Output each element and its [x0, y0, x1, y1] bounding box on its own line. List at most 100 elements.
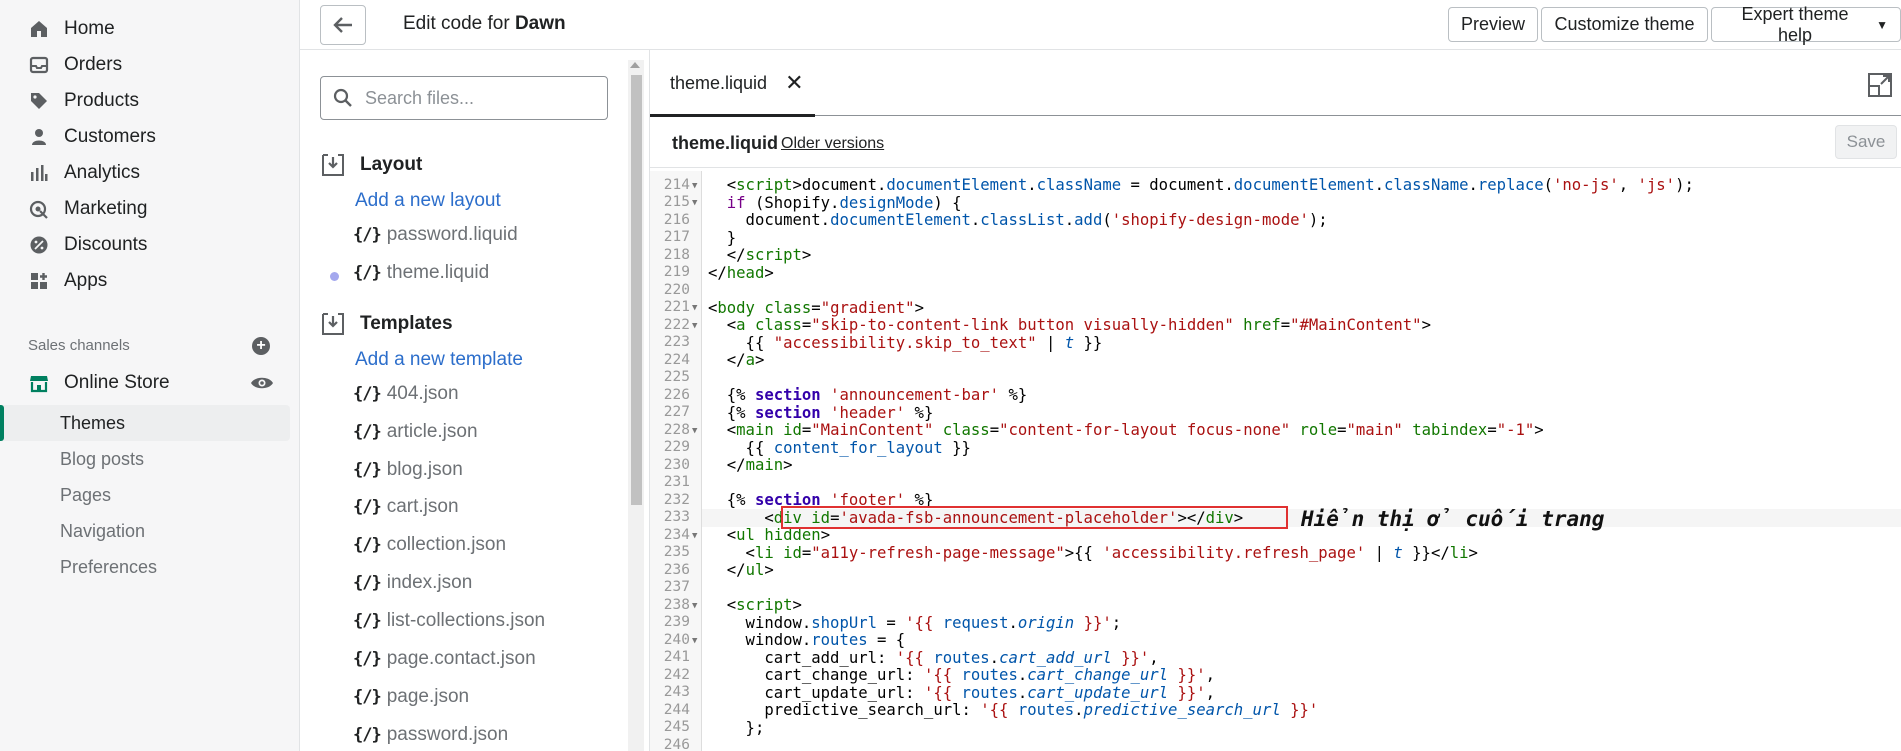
- nav-home[interactable]: Home: [0, 11, 290, 47]
- code-file-icon: {/}: [353, 687, 382, 707]
- code-line: <a class="skip-to-content-link button vi…: [708, 316, 1431, 334]
- code-area[interactable]: 213214▼215▼216217218219220221▼222▼223224…: [650, 171, 1901, 751]
- back-button[interactable]: [320, 5, 366, 45]
- code-file-icon: {/}: [353, 725, 382, 745]
- line-number: 244: [663, 701, 690, 718]
- code-line: };: [708, 719, 765, 737]
- line-number: 237: [663, 579, 690, 595]
- expert-help-button[interactable]: Expert theme help ▼: [1711, 4, 1901, 45]
- nav-navigation[interactable]: Navigation: [0, 513, 290, 549]
- fold-arrow-icon[interactable]: ▼: [692, 303, 697, 313]
- nav-label: Themes: [60, 412, 126, 433]
- line-number: 234: [663, 526, 690, 543]
- code-file-icon: {/}: [353, 384, 382, 404]
- line-number: 215: [663, 194, 690, 210]
- code-line: <li id="a11y-refresh-page-message">{{ 'a…: [708, 544, 1478, 562]
- page-title: Edit code for Dawn: [403, 13, 566, 35]
- tab-theme-liquid[interactable]: theme.liquid ✕: [650, 50, 815, 117]
- fold-arrow-icon[interactable]: ▼: [692, 531, 697, 541]
- scrollbar-thumb[interactable]: [631, 75, 642, 505]
- code-file-icon: {/}: [353, 611, 382, 631]
- file-password-json[interactable]: {/} password.json: [353, 721, 508, 749]
- home-icon: [28, 18, 50, 40]
- code-file-icon: {/}: [353, 649, 382, 669]
- nav-orders[interactable]: Orders: [0, 47, 290, 83]
- folder-download-icon: [322, 154, 344, 176]
- nav-themes[interactable]: Themes: [0, 405, 290, 441]
- nav-marketing[interactable]: Marketing: [0, 191, 290, 227]
- arrow-left-icon: [333, 17, 352, 33]
- line-number: 245: [663, 719, 690, 735]
- nav-preferences[interactable]: Preferences: [0, 549, 290, 585]
- fold-arrow-icon[interactable]: ▼: [692, 181, 697, 191]
- file-theme-liquid[interactable]: {/} theme.liquid: [353, 259, 489, 287]
- older-versions-link[interactable]: Older versions: [781, 135, 884, 153]
- file-page-contact-json[interactable]: {/} page.contact.json: [353, 645, 536, 673]
- eye-icon[interactable]: [250, 374, 274, 392]
- file-name: theme.liquid: [672, 133, 779, 153]
- fold-arrow-icon[interactable]: ▼: [692, 636, 697, 646]
- line-number: 239: [663, 614, 690, 630]
- customize-theme-button[interactable]: Customize theme: [1541, 7, 1708, 42]
- sales-channels-heading: Sales channels: [28, 337, 130, 354]
- code-file-icon: {/}: [353, 535, 382, 555]
- add-channel-icon[interactable]: +: [252, 337, 270, 355]
- nav-discounts[interactable]: Discounts: [0, 227, 290, 263]
- line-number: 222: [663, 316, 690, 333]
- fold-arrow-icon[interactable]: ▼: [692, 321, 697, 331]
- file-blog-json[interactable]: {/} blog.json: [353, 456, 463, 484]
- file-label: password.liquid: [386, 224, 518, 245]
- search-field[interactable]: [320, 76, 608, 120]
- editor-tabbar: theme.liquid ✕: [650, 50, 1901, 117]
- file-article-json[interactable]: {/} article.json: [353, 418, 478, 446]
- preview-button[interactable]: Preview: [1448, 7, 1538, 42]
- scroll-up-arrow-icon[interactable]: [630, 62, 640, 68]
- file-page-json[interactable]: {/} page.json: [353, 683, 469, 711]
- code-line: window.shopUrl = '{{ request.origin }}';: [708, 614, 1122, 632]
- nav-analytics[interactable]: Analytics: [0, 155, 290, 191]
- code-line: cart_update_url: '{{ routes.cart_update_…: [708, 684, 1216, 702]
- fold-arrow-icon[interactable]: ▼: [692, 426, 697, 436]
- file-404-json[interactable]: {/} 404.json: [353, 380, 459, 408]
- line-number: 235: [663, 544, 690, 560]
- line-number: 220: [663, 281, 690, 298]
- add-layout-link[interactable]: Add a new layout: [355, 190, 501, 212]
- code-line: document.documentElement.classList.add('…: [708, 211, 1328, 229]
- code-line: </main>: [708, 456, 793, 474]
- file-label: article.json: [386, 421, 478, 442]
- close-icon[interactable]: ✕: [785, 72, 803, 94]
- fold-arrow-icon[interactable]: ▼: [692, 198, 697, 208]
- code-line: </a>: [708, 351, 765, 369]
- file-browser: Layout Add a new layout {/}password.liqu…: [300, 50, 625, 751]
- file-password-liquid[interactable]: {/} password.liquid: [353, 221, 518, 249]
- file-collection-json[interactable]: {/} collection.json: [353, 531, 506, 559]
- folder-label: Layout: [360, 154, 423, 175]
- file-cart-json[interactable]: {/} cart.json: [353, 493, 459, 521]
- nav-products[interactable]: Products: [0, 83, 290, 119]
- caret-down-icon: ▼: [1876, 17, 1888, 32]
- code-line: {% section 'announcement-bar' %}: [708, 386, 1028, 404]
- code-line: cart_change_url: '{{ routes.cart_change_…: [708, 666, 1216, 684]
- file-list-collections-json[interactable]: {/} list-collections.json: [353, 607, 545, 635]
- nav-apps[interactable]: Apps: [0, 263, 290, 299]
- add-template-link[interactable]: Add a new template: [355, 349, 523, 371]
- line-number: 243: [663, 684, 690, 700]
- folder-layout[interactable]: Layout: [320, 150, 422, 180]
- nav-customers[interactable]: Customers: [0, 119, 290, 155]
- nav-label: Home: [64, 18, 115, 39]
- code-line: {{ "accessibility.skip_to_text" | t }}: [708, 334, 1103, 352]
- button-label: Preview: [1460, 14, 1526, 34]
- folder-templates[interactable]: Templates: [320, 309, 453, 339]
- code-line: window.routes = {: [708, 631, 906, 649]
- search-input[interactable]: [365, 87, 585, 109]
- fold-arrow-icon[interactable]: ▼: [692, 601, 697, 611]
- nav-blog-posts[interactable]: Blog posts: [0, 441, 290, 477]
- file-index-json[interactable]: {/} index.json: [353, 569, 472, 597]
- code-line: </head>: [708, 264, 774, 282]
- nav-online-store[interactable]: Online Store: [0, 365, 290, 401]
- code-line: cart_add_url: '{{ routes.cart_add_url }}…: [708, 649, 1159, 667]
- fullscreen-icon[interactable]: [1867, 72, 1893, 98]
- nav-label: Orders: [64, 54, 123, 75]
- nav-pages[interactable]: Pages: [0, 477, 290, 513]
- line-number: 238: [663, 596, 690, 613]
